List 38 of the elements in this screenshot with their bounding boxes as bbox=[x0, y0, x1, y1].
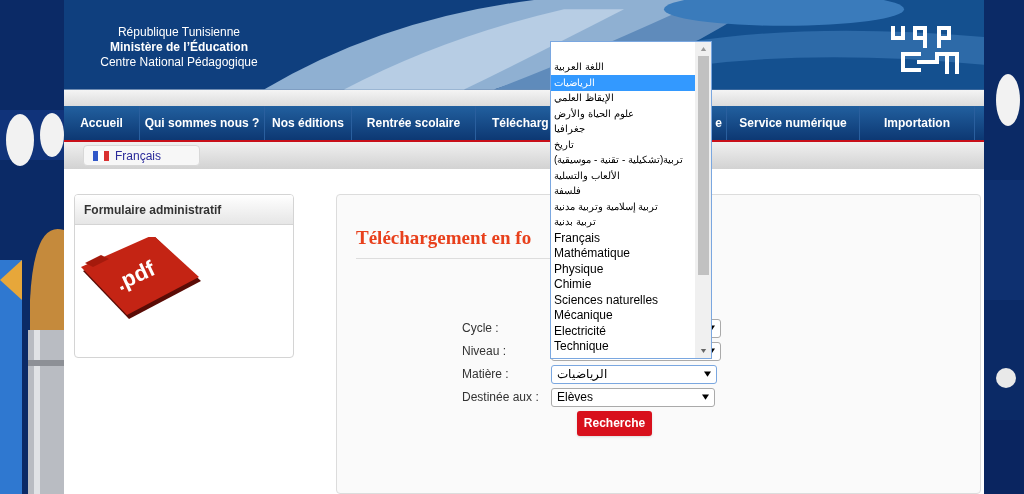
dropdown-option[interactable]: فلسفة bbox=[551, 183, 695, 199]
dropdown-option[interactable]: تربية إسلامية وتربية مدنية bbox=[551, 199, 695, 215]
field-label: Niveau : bbox=[462, 343, 508, 360]
dropdown-option[interactable]: (تربية(تشكيلية - تقنية - موسيقية bbox=[551, 152, 695, 168]
dropdown-option[interactable]: الإيقاظ العلمي bbox=[551, 90, 695, 106]
page-heading: Téléchargement en fo bbox=[356, 226, 532, 250]
dropdown-option[interactable]: Physique bbox=[551, 261, 695, 277]
nav-link[interactable]: Qui sommes nous ? bbox=[140, 106, 265, 141]
card-title: Formulaire administratif bbox=[84, 201, 222, 219]
field-label: Matière : bbox=[462, 366, 510, 383]
select-field[interactable]: Elèves bbox=[551, 387, 715, 407]
flag-icon bbox=[93, 150, 109, 161]
field-label: Cycle : bbox=[462, 320, 500, 337]
nav-link[interactable]: Service numérique bbox=[727, 106, 860, 141]
language-button[interactable]: Français bbox=[83, 145, 200, 167]
nav-link[interactable]: Rentrée scolaire bbox=[352, 106, 476, 141]
file-type-label: .pdf bbox=[110, 254, 160, 298]
dropdown-list[interactable] bbox=[550, 41, 712, 359]
field-label: Destinée aux : bbox=[462, 389, 540, 406]
dropdown-option[interactable]: Technique bbox=[551, 338, 695, 354]
select-value: الرياضيات bbox=[557, 366, 607, 383]
nav-link[interactable]: Importation bbox=[860, 106, 975, 141]
dropdown-option[interactable]: تربية بدنية bbox=[551, 214, 695, 230]
scrollbar[interactable] bbox=[695, 42, 711, 358]
dropdown-option[interactable]: الألعاب والتسلية bbox=[551, 168, 695, 184]
dropdown-option[interactable]: Mécanique bbox=[551, 307, 695, 323]
pdf-folder-icon bbox=[81, 237, 203, 321]
dropdown-option[interactable]: Chimie bbox=[551, 276, 695, 292]
dropdown-option[interactable]: Mathématique bbox=[551, 245, 695, 261]
scroll-thumb[interactable] bbox=[697, 56, 709, 275]
nav-link[interactable]: Nos éditions bbox=[265, 106, 352, 141]
dropdown-option[interactable]: Sciences naturelles bbox=[551, 292, 695, 308]
dropdown-option[interactable]: Electricité bbox=[551, 323, 695, 339]
select-value: Elèves bbox=[557, 389, 594, 406]
search-button[interactable]: Recherche bbox=[577, 410, 652, 436]
select-field[interactable]: الرياضيات bbox=[551, 364, 717, 384]
dropdown-option[interactable]: Français bbox=[551, 230, 695, 246]
nav-link[interactable]: Accueil bbox=[64, 106, 140, 141]
